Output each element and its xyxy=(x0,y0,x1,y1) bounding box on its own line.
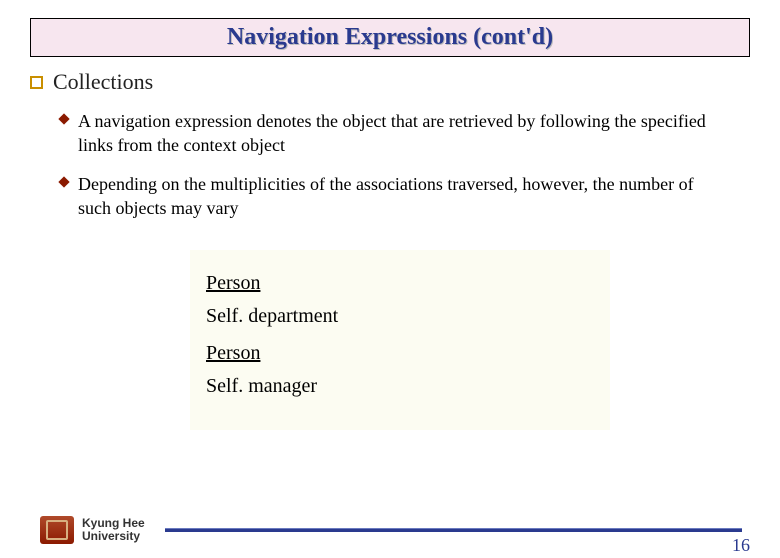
code-context: Person xyxy=(206,272,594,295)
code-expression: Self. department xyxy=(206,305,594,328)
diamond-bullet-icon xyxy=(58,176,69,187)
bullet-item: Depending on the multiplicities of the a… xyxy=(78,172,720,221)
bullet-text: Depending on the multiplicities of the a… xyxy=(78,174,694,218)
university-line2: University xyxy=(82,530,145,543)
code-context: Person xyxy=(206,342,594,365)
heading-text: Collections xyxy=(53,69,153,95)
slide-title-bar: Navigation Expressions (cont'd) xyxy=(30,18,750,57)
university-name: Kyung Hee University xyxy=(82,517,145,543)
square-bullet-icon xyxy=(30,76,43,89)
code-example-box: Person Self. department Person Self. man… xyxy=(190,250,610,430)
page-number: 16 xyxy=(732,535,750,556)
footer-divider xyxy=(165,528,742,532)
section-heading: Collections xyxy=(30,69,780,95)
diamond-bullet-icon xyxy=(58,113,69,124)
code-expression: Self. manager xyxy=(206,375,594,398)
bullet-item: A navigation expression denotes the obje… xyxy=(78,109,720,158)
bullet-text: A navigation expression denotes the obje… xyxy=(78,111,706,155)
slide-title: Navigation Expressions (cont'd) xyxy=(227,24,553,50)
